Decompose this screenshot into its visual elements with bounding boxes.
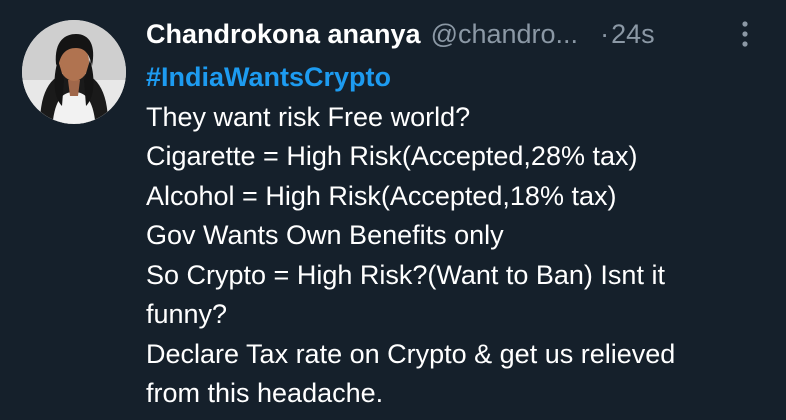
separator-dot: · <box>600 18 610 49</box>
hashtag-link[interactable]: #IndiaWantsCrypto <box>146 58 766 98</box>
tweet-line: from this headache. <box>146 378 384 408</box>
tweet-header: Chandrokona ananya @chandro... · 24s <box>146 12 766 56</box>
vertical-dots-icon <box>742 21 748 47</box>
tweet-content: Chandrokona ananya @chandro... · 24s #In… <box>146 12 766 414</box>
avatar[interactable] <box>22 20 126 124</box>
tweet-timestamp[interactable]: 24s <box>611 19 655 50</box>
tweet[interactable]: Chandrokona ananya @chandro... · 24s #In… <box>0 0 786 420</box>
tweet-text: #IndiaWantsCrypto They want risk Free wo… <box>146 58 766 414</box>
tweet-line: So Crypto = High Risk?(Want to Ban) Isnt… <box>146 259 665 290</box>
tweet-line: They want risk Free world? <box>146 101 471 132</box>
author-handle[interactable]: @chandro... <box>431 19 579 50</box>
avatar-photo-icon <box>22 20 126 124</box>
tweet-line: Gov Wants Own Benefits only <box>146 220 504 250</box>
author-display-name[interactable]: Chandrokona ananya <box>146 19 421 50</box>
more-options-button[interactable] <box>734 16 756 52</box>
tweet-line: Cigarette = High Risk(Accepted,28% tax) <box>146 141 638 171</box>
tweet-line: funny? <box>146 299 228 329</box>
tweet-line: Alcohol = High Risk(Accepted,18% tax) <box>146 180 617 211</box>
tweet-line: Declare Tax rate on Crypto & get us reli… <box>146 338 676 369</box>
